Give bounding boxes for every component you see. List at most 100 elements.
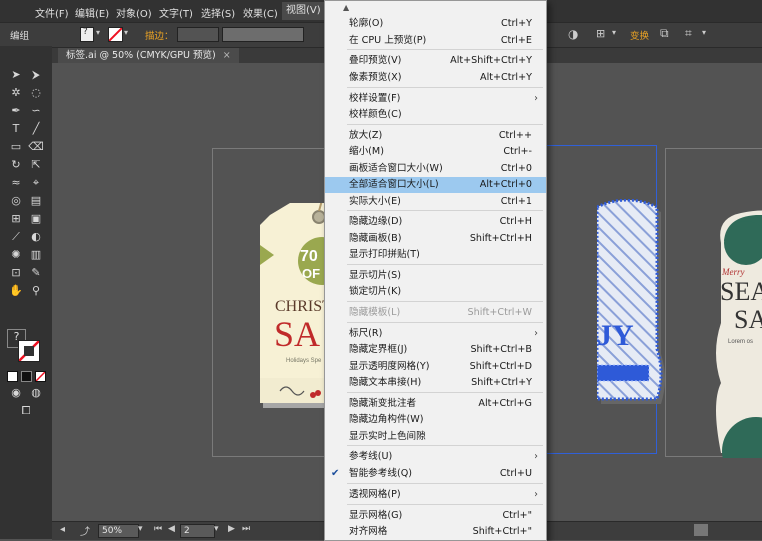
shape-builder-icon[interactable]: ◎: [8, 194, 24, 208]
menu-file[interactable]: 文件(F): [35, 5, 69, 20]
zoom-tool-icon[interactable]: ⚲: [28, 284, 44, 298]
recolor-icon[interactable]: ◑: [568, 27, 578, 41]
left-nav-icon[interactable]: ◂: [60, 524, 65, 535]
view-menu-item[interactable]: 画板适合窗口大小(W) Ctrl+0: [325, 161, 546, 177]
view-menu-item[interactable]: 实际大小(E) Ctrl+1: [325, 194, 546, 210]
screen-mode-icon[interactable]: ⧠: [18, 404, 34, 418]
blend-tool-icon[interactable]: ◐: [28, 230, 44, 244]
rectangle-tool-icon[interactable]: ▭: [8, 140, 24, 154]
close-tab-icon[interactable]: ×: [223, 50, 231, 61]
magic-wand-icon[interactable]: ✲: [8, 86, 24, 100]
zoom-dropdown-icon[interactable]: ▾: [138, 524, 143, 534]
document-tab[interactable]: 标签.ai @ 50% (CMYK/GPU 预览) ×: [58, 48, 239, 63]
artboard-dropdown-icon[interactable]: ▾: [214, 524, 219, 534]
perspective-grid-icon[interactable]: ▤: [28, 194, 44, 208]
mesh-tool-icon[interactable]: ⊞: [8, 212, 24, 226]
slice-tool-icon[interactable]: ✎: [28, 266, 44, 280]
view-menu-item[interactable]: ✔ 智能参考线(Q) Ctrl+U: [325, 466, 546, 482]
tag-1[interactable]: 70 OF CHRIST SA Holidays Spe: [260, 203, 328, 408]
menu-select[interactable]: 选择(S): [201, 5, 235, 20]
view-menu-item[interactable]: 显示切片(S): [325, 268, 546, 284]
tag-2[interactable]: JY: [597, 199, 667, 411]
view-menu-item[interactable]: 叠印预览(V) Alt+Shift+Ctrl+Y: [325, 53, 546, 69]
view-menu-item[interactable]: 隐藏边角构件(W): [325, 412, 546, 428]
column-graph-icon[interactable]: ▥: [28, 248, 44, 262]
stroke-label[interactable]: 描边：: [145, 28, 174, 42]
stroke-swatch[interactable]: [108, 27, 123, 42]
view-menu-item[interactable]: 全部适合窗口大小(L) Alt+Ctrl+0: [325, 177, 546, 193]
view-menu-item[interactable]: 隐藏定界框(J) Shift+Ctrl+B: [325, 342, 546, 358]
stroke-color-icon[interactable]: [18, 340, 40, 362]
eraser-tool-icon[interactable]: ⌫: [28, 140, 44, 154]
pen-tool-icon[interactable]: ✒: [8, 104, 24, 118]
horizontal-scrollbar-thumb[interactable]: [694, 524, 708, 536]
more-options-icon[interactable]: ▾: [702, 28, 706, 37]
view-menu-item[interactable]: 隐藏边缘(D) Ctrl+H: [325, 214, 546, 230]
gradient-mode-icon[interactable]: [21, 371, 32, 382]
color-mode-icon[interactable]: [7, 371, 18, 382]
hand-tool-icon[interactable]: ✋: [8, 284, 24, 298]
view-menu-item[interactable]: 显示透明度网格(Y) Shift+Ctrl+D: [325, 359, 546, 375]
view-menu-item[interactable]: 锁定切片(K): [325, 284, 546, 300]
last-artboard-icon[interactable]: ⏭: [242, 524, 250, 534]
align-dropdown-icon[interactable]: ▾: [612, 28, 616, 37]
tag-3[interactable]: Merry SEA SA Lorem os: [716, 203, 762, 458]
selection-tool-icon[interactable]: ➤: [8, 68, 24, 82]
arrange-icon[interactable]: ⌗: [685, 26, 692, 41]
width-tool-icon[interactable]: ≈: [8, 176, 24, 190]
scale-tool-icon[interactable]: ⇱: [28, 158, 44, 172]
free-transform-icon[interactable]: ⌖: [28, 176, 44, 190]
view-menu-item[interactable]: 透视网格(P) ›: [325, 487, 546, 503]
menu-object[interactable]: 对象(O): [116, 5, 152, 20]
view-menu-item[interactable]: 标尺(R) ›: [325, 326, 546, 342]
next-artboard-icon[interactable]: ▶: [228, 524, 235, 534]
symbol-sprayer-icon[interactable]: ✺: [8, 248, 24, 262]
direct-selection-tool-icon[interactable]: ⮞: [28, 68, 44, 82]
eyedropper-icon[interactable]: ⟋: [8, 230, 24, 244]
none-mode-icon[interactable]: [35, 371, 46, 382]
view-menu-item[interactable]: 轮廓(O) Ctrl+Y: [325, 16, 546, 32]
draw-normal-icon[interactable]: ◉: [8, 386, 24, 400]
artboard-tool-icon[interactable]: ⊡: [8, 266, 24, 280]
view-menu-item[interactable]: 校样设置(F) ›: [325, 91, 546, 107]
stroke-weight-field[interactable]: [177, 27, 219, 42]
view-menu-item[interactable]: 在 CPU 上预览(P) Ctrl+E: [325, 33, 546, 49]
fill-dropdown-icon[interactable]: ▾: [96, 28, 100, 37]
artboard-number-field[interactable]: 2: [180, 524, 215, 538]
view-menu-item[interactable]: 显示实时上色间隙: [325, 429, 546, 445]
view-menu-item[interactable]: 隐藏文本串接(H) Shift+Ctrl+Y: [325, 375, 546, 391]
menu-type[interactable]: 文字(T): [159, 5, 193, 20]
isolate-icon[interactable]: ⧉: [660, 26, 669, 41]
view-menu-item[interactable]: 隐藏渐变批注者 Alt+Ctrl+G: [325, 396, 546, 412]
view-menu-item[interactable]: 参考线(U) ›: [325, 449, 546, 465]
curvature-tool-icon[interactable]: ∽: [28, 104, 44, 118]
draw-behind-icon[interactable]: ◍: [28, 386, 44, 400]
gradient-tool-icon[interactable]: ▣: [28, 212, 44, 226]
view-menu-item[interactable]: 放大(Z) Ctrl++: [325, 128, 546, 144]
type-tool-icon[interactable]: T: [8, 122, 24, 136]
menu-view[interactable]: 视图(V): [282, 2, 325, 20]
lasso-icon[interactable]: ◌: [28, 86, 44, 100]
view-menu-item[interactable]: 像素预览(X) Alt+Ctrl+Y: [325, 70, 546, 86]
view-menu-item[interactable]: 缩小(M) Ctrl+-: [325, 144, 546, 160]
view-menu-item[interactable]: 隐藏画板(B) Shift+Ctrl+H: [325, 231, 546, 247]
rotate-tool-icon[interactable]: ↻: [8, 158, 24, 172]
line-tool-icon[interactable]: ╱: [28, 122, 44, 136]
first-artboard-icon[interactable]: ⏮: [154, 524, 162, 534]
zoom-field[interactable]: 50%: [98, 524, 139, 538]
view-menu-item[interactable]: 隐藏模板(L) Shift+Ctrl+W: [325, 305, 546, 321]
prev-artboard-icon[interactable]: ◀: [168, 524, 175, 534]
view-menu-item[interactable]: 校样颜色(C): [325, 107, 546, 123]
menu-edit[interactable]: 编辑(E): [75, 5, 109, 20]
view-menu-item[interactable]: 显示网格(G) Ctrl+": [325, 508, 546, 524]
export-icon[interactable]: ⤴: [80, 523, 90, 538]
scroll-up-icon[interactable]: ▲: [343, 3, 349, 12]
view-menu-item[interactable]: 对齐网格 Shift+Ctrl+": [325, 524, 546, 540]
variable-width-dropdown[interactable]: [222, 27, 304, 42]
align-grid-icon[interactable]: ⊞: [596, 27, 605, 40]
menu-effect[interactable]: 效果(C): [243, 5, 278, 20]
stroke-dropdown-icon[interactable]: ▾: [124, 28, 128, 37]
transform-link[interactable]: 变换: [630, 28, 649, 42]
view-menu-item[interactable]: 显示打印拼贴(T): [325, 247, 546, 263]
fill-swatch[interactable]: ?: [80, 27, 94, 42]
